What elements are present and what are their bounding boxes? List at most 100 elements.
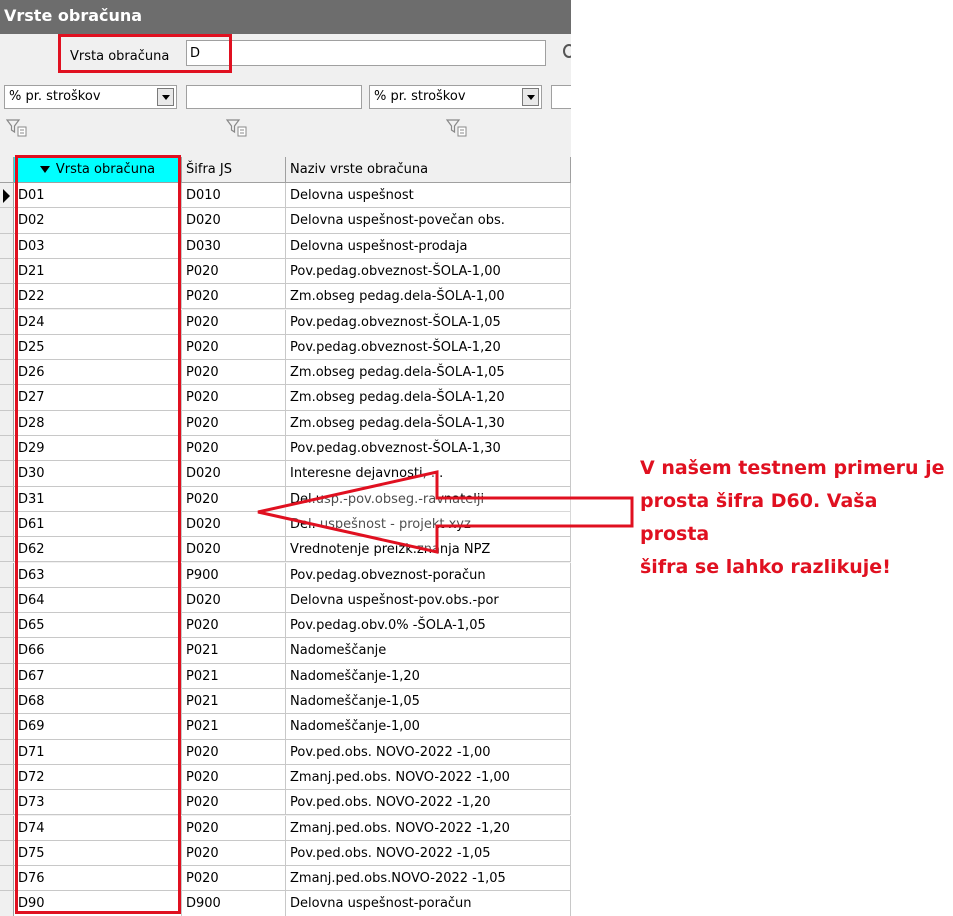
- row-indicator[interactable]: [0, 334, 14, 361]
- cell-sifra-js[interactable]: D020: [182, 511, 286, 538]
- row-indicator[interactable]: [0, 208, 14, 234]
- search-icon[interactable]: [563, 44, 571, 58]
- cell-naziv[interactable]: Pov.ped.obs. NOVO-2022 -1,20: [286, 790, 571, 816]
- row-indicator[interactable]: [0, 537, 14, 563]
- cell-sifra-js[interactable]: D020: [182, 587, 286, 614]
- cell-sifra-js[interactable]: P020: [182, 436, 286, 462]
- cell-naziv[interactable]: Nadomeščanje: [286, 638, 571, 664]
- cell-naziv[interactable]: Nadomeščanje-1,00: [286, 714, 571, 740]
- cell-sifra-js[interactable]: P020: [182, 309, 286, 335]
- column-header-sifra-js[interactable]: Šifra JS: [182, 157, 286, 183]
- filter-textbox-2[interactable]: [551, 85, 571, 109]
- cell-naziv[interactable]: Del.usp.-pov.obseg.-ravnatelji: [286, 486, 571, 512]
- row-indicator[interactable]: [0, 613, 14, 639]
- cell-sifra-js[interactable]: P020: [182, 739, 286, 765]
- filter-icon[interactable]: [6, 118, 28, 138]
- filter-icon[interactable]: [226, 118, 248, 138]
- cell-naziv[interactable]: Zmanj.ped.obs. NOVO-2022 -1,00: [286, 764, 571, 791]
- cell-sifra-js[interactable]: D020: [182, 461, 286, 487]
- row-indicator[interactable]: [0, 461, 14, 487]
- cell-naziv[interactable]: Zm.obseg pedag.dela-ŠOLA-1,30: [286, 410, 571, 436]
- cell-naziv[interactable]: Delovna uspešnost-poračun: [286, 891, 571, 916]
- cell-sifra-js[interactable]: P020: [182, 764, 286, 791]
- cell-sifra-js[interactable]: P020: [182, 284, 286, 310]
- cell-sifra-js[interactable]: P020: [182, 790, 286, 816]
- row-indicator[interactable]: [0, 689, 14, 715]
- cell-sifra-js[interactable]: P020: [182, 486, 286, 512]
- cell-naziv[interactable]: Zmanj.ped.obs. NOVO-2022 -1,20: [286, 815, 571, 841]
- cell-naziv[interactable]: Pov.ped.obs. NOVO-2022 -1,00: [286, 739, 571, 765]
- column-header-naziv[interactable]: Naziv vrste obračuna: [286, 157, 571, 183]
- cell-naziv[interactable]: Zm.obseg pedag.dela-ŠOLA-1,20: [286, 385, 571, 411]
- cell-naziv[interactable]: Vrednotenje preizk.znanja NPZ: [286, 537, 571, 563]
- row-indicator[interactable]: [0, 764, 14, 791]
- row-indicator[interactable]: [0, 866, 14, 892]
- row-indicator[interactable]: [0, 233, 14, 259]
- row-indicator[interactable]: [0, 562, 14, 588]
- row-indicator[interactable]: [0, 309, 14, 335]
- cell-naziv[interactable]: Pov.pedag.obveznost-ŠOLA-1,20: [286, 334, 571, 361]
- cell-sifra-js[interactable]: P020: [182, 840, 286, 867]
- current-row-icon[interactable]: [0, 183, 14, 209]
- cell-naziv[interactable]: Pov.pedag.obveznost-poračun: [286, 562, 571, 588]
- cell-sifra-js[interactable]: D020: [182, 537, 286, 563]
- row-indicator[interactable]: [0, 587, 14, 614]
- row-indicator[interactable]: [0, 739, 14, 765]
- row-indicator[interactable]: [0, 663, 14, 689]
- row-indicator[interactable]: [0, 790, 14, 816]
- row-indicator[interactable]: [0, 284, 14, 310]
- dropdown-arrow-icon[interactable]: [522, 88, 539, 106]
- search-input[interactable]: [186, 40, 546, 66]
- cell-sifra-js[interactable]: D030: [182, 233, 286, 259]
- cell-sifra-js[interactable]: P020: [182, 258, 286, 285]
- filter-icon[interactable]: [446, 118, 468, 138]
- cell-naziv[interactable]: Delovna uspešnost-povečan obs.: [286, 208, 571, 234]
- cell-sifra-js[interactable]: P021: [182, 689, 286, 715]
- cell-naziv[interactable]: Pov.ped.obs. NOVO-2022 -1,05: [286, 840, 571, 867]
- cell-sifra-js[interactable]: D900: [182, 891, 286, 916]
- cell-sifra-js[interactable]: P021: [182, 663, 286, 689]
- row-indicator[interactable]: [0, 436, 14, 462]
- cell-sifra-js[interactable]: P020: [182, 866, 286, 892]
- row-indicator[interactable]: [0, 360, 14, 386]
- cell-sifra-js[interactable]: P020: [182, 410, 286, 436]
- cell-sifra-js[interactable]: P021: [182, 638, 286, 664]
- row-indicator[interactable]: [0, 410, 14, 436]
- row-indicator[interactable]: [0, 511, 14, 538]
- cell-naziv[interactable]: Zmanj.ped.obs.NOVO-2022 -1,05: [286, 866, 571, 892]
- cell-sifra-js[interactable]: P020: [182, 613, 286, 639]
- cell-naziv[interactable]: Nadomeščanje-1,05: [286, 689, 571, 715]
- cell-sifra-js[interactable]: P020: [182, 385, 286, 411]
- cell-naziv[interactable]: Zm.obseg pedag.dela-ŠOLA-1,05: [286, 360, 571, 386]
- cell-naziv[interactable]: Delovna uspešnost-pov.obs.-por: [286, 587, 571, 614]
- row-indicator[interactable]: [0, 840, 14, 867]
- row-indicator[interactable]: [0, 258, 14, 285]
- cell-sifra-js[interactable]: P020: [182, 334, 286, 361]
- cell-sifra-js[interactable]: P020: [182, 815, 286, 841]
- cell-naziv[interactable]: Pov.pedag.obveznost-ŠOLA-1,00: [286, 258, 571, 285]
- filter-dropdown-1[interactable]: % pr. stroškov: [4, 85, 177, 109]
- cell-naziv[interactable]: Delovna uspešnost-prodaja: [286, 233, 571, 259]
- row-indicator[interactable]: [0, 714, 14, 740]
- row-indicator[interactable]: [0, 891, 14, 916]
- cell-naziv[interactable]: Interesne dejavnosti, ...: [286, 461, 571, 487]
- row-indicator[interactable]: [0, 486, 14, 512]
- row-indicator[interactable]: [0, 385, 14, 411]
- cell-naziv[interactable]: Pov.pedag.obveznost-ŠOLA-1,30: [286, 436, 571, 462]
- filter-dropdown-2[interactable]: % pr. stroškov: [369, 85, 542, 109]
- cell-sifra-js[interactable]: P021: [182, 714, 286, 740]
- dropdown-arrow-icon[interactable]: [157, 88, 174, 106]
- filter-textbox-1[interactable]: [186, 85, 362, 109]
- cell-naziv[interactable]: Zm.obseg pedag.dela-ŠOLA-1,00: [286, 284, 571, 310]
- cell-sifra-js[interactable]: D010: [182, 183, 286, 209]
- cell-sifra-js[interactable]: P900: [182, 562, 286, 588]
- cell-sifra-js[interactable]: D020: [182, 208, 286, 234]
- row-indicator[interactable]: [0, 638, 14, 664]
- cell-naziv[interactable]: Pov.pedag.obveznost-ŠOLA-1,05: [286, 309, 571, 335]
- row-indicator[interactable]: [0, 815, 14, 841]
- cell-sifra-js[interactable]: P020: [182, 360, 286, 386]
- cell-naziv[interactable]: Delovna uspešnost: [286, 183, 571, 209]
- cell-naziv[interactable]: Pov.pedag.obv.0% -ŠOLA-1,05: [286, 613, 571, 639]
- cell-naziv[interactable]: Del. uspešnost - projekt xyz: [286, 511, 571, 538]
- cell-naziv[interactable]: Nadomeščanje-1,20: [286, 663, 571, 689]
